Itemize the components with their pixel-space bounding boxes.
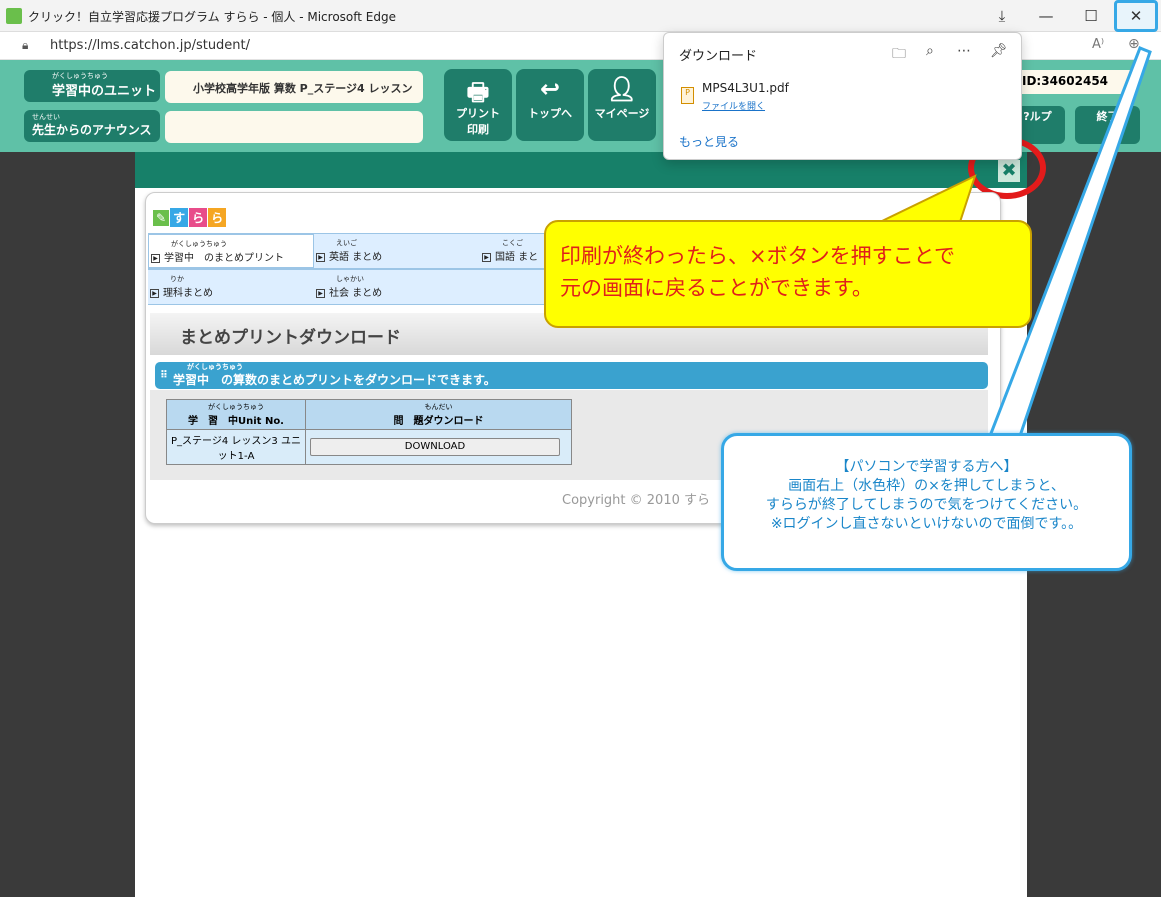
bar-text: 学習中 の算数のまとめプリントをダウンロードできます。 bbox=[173, 373, 496, 387]
return-icon: ↩ bbox=[539, 75, 561, 103]
nav-ruby: えいご bbox=[336, 239, 357, 247]
grip-icon: ⠿ bbox=[160, 370, 168, 381]
see-more-link[interactable]: もっと見る bbox=[679, 133, 739, 150]
col-label: 問 題ダウンロード bbox=[393, 416, 484, 427]
minimize-icon[interactable]: — bbox=[1024, 0, 1068, 32]
download-cell: DOWNLOAD bbox=[305, 429, 572, 465]
pin-icon[interactable]: 📌︎ bbox=[990, 43, 1008, 59]
table-row: P_ステージ4 レッスン3 ユニット1-A DOWNLOAD bbox=[166, 429, 572, 465]
folder-icon[interactable]: 🗀 bbox=[892, 43, 906, 67]
user-id: ID:34602454 bbox=[1010, 70, 1140, 94]
arrow-icon: ▶ bbox=[316, 288, 325, 298]
nav-item-social[interactable]: しゃかい ▶ 社会 まとめ bbox=[316, 274, 382, 299]
download-icon[interactable]: ⤓ bbox=[980, 0, 1024, 32]
url-field[interactable]: https://lms.catchon.jp/student/ bbox=[50, 38, 250, 53]
print-label-2: 印刷 bbox=[467, 123, 489, 136]
col-label: 学 習 中Unit No. bbox=[188, 416, 284, 427]
arrow-icon: ▶ bbox=[150, 288, 159, 298]
title-bar: クリック！自立学習応援プログラム すらら - 個人 - Microsoft Ed… bbox=[0, 0, 1161, 32]
end-button[interactable]: 終了 bbox=[1075, 106, 1140, 144]
search-icon[interactable]: ⌕ bbox=[926, 43, 934, 59]
nav-ruby: りか bbox=[170, 275, 184, 283]
unit-label: がくしゅうちゅう 学習中のユニット bbox=[24, 70, 160, 102]
unit-cell: P_ステージ4 レッスン3 ユニット1-A bbox=[166, 429, 306, 465]
nav-item-english[interactable]: えいご ▶ 英語 まとめ bbox=[316, 238, 382, 263]
arrow-icon: ▶ bbox=[151, 253, 160, 263]
blue-line: すららが終了してしまうので気をつけてください。 bbox=[765, 497, 1088, 513]
downloads-title: ダウンロード bbox=[679, 49, 758, 64]
top-label: トップへ bbox=[528, 107, 572, 120]
blue-line: ※ログインし直さないといけないので面倒です。。 bbox=[770, 516, 1083, 532]
surala-logo: ✎ すらら bbox=[153, 208, 227, 227]
logo-letter: す bbox=[170, 208, 189, 227]
open-file-link[interactable]: ファイルを開く bbox=[702, 99, 765, 112]
nav-item-science[interactable]: りか ▶ 理科まとめ bbox=[150, 274, 213, 299]
announce-ruby: せんせい bbox=[32, 113, 60, 121]
arrow-icon: ▶ bbox=[482, 252, 491, 262]
more-icon[interactable]: ⋯ bbox=[957, 43, 971, 59]
copyright: Copyright © 2010 すら bbox=[562, 493, 711, 508]
logo-leaf: ✎ bbox=[153, 210, 170, 226]
blue-callout: 【パソコンで学習する方へ】 画面右上（水色枠）の×を押してしまうと、 すららが終… bbox=[721, 433, 1132, 571]
zoom-icon[interactable]: ⊕ bbox=[1128, 36, 1140, 52]
close-icon[interactable]: ✕ bbox=[1114, 0, 1158, 32]
unit-ruby: がくしゅうちゅう bbox=[52, 72, 108, 80]
printer-icon: 🖶 bbox=[466, 78, 490, 106]
logo-letter: ら bbox=[208, 208, 227, 227]
nav-ruby: がくしゅうちゅう bbox=[171, 240, 227, 248]
download-table: がくしゅうちゅう 学 習 中Unit No. もんだい 問 題ダウンロード P_… bbox=[166, 399, 572, 465]
print-label-1: プリント bbox=[456, 107, 500, 120]
nav-label: 理科まとめ bbox=[163, 288, 213, 299]
unit-label-text: 学習中のユニット bbox=[52, 84, 157, 99]
window-title: クリック！自立学習応援プログラム すらら - 個人 - Microsoft Ed… bbox=[28, 10, 396, 24]
col-download-header: もんだい 問 題ダウンロード bbox=[305, 399, 572, 430]
nav-label: 英語 まとめ bbox=[329, 252, 383, 263]
nav-label: 国語 まと bbox=[495, 252, 539, 263]
blue-line: 画面右上（水色枠）の×を押してしまうと、 bbox=[788, 478, 1065, 494]
pdf-icon: P bbox=[681, 87, 694, 104]
announce-label-text: 先生からのアナウンス bbox=[32, 123, 152, 137]
logo-letter: ら bbox=[189, 208, 208, 227]
print-button[interactable]: 🖶 プリント 印刷 bbox=[444, 69, 512, 141]
top-button[interactable]: ↩ トップへ bbox=[516, 69, 584, 141]
unit-value: 小学校高学年版 算数 P_ステージ4 レッスン bbox=[165, 71, 423, 103]
nav-ruby: こくご bbox=[502, 239, 523, 247]
person-icon: 👤︎ bbox=[606, 75, 638, 103]
nav-label: 学習中 のまとめプリント bbox=[164, 253, 284, 264]
yellow-line: 印刷が終わったら、×ボタンを押すことで bbox=[560, 244, 955, 268]
nav-item-current-print[interactable]: がくしゅうちゅう ▶ 学習中 のまとめプリント bbox=[148, 234, 314, 268]
lock-icon: 🔒︎ bbox=[22, 38, 29, 52]
nav-ruby: しゃかい bbox=[336, 275, 364, 283]
app-icon bbox=[6, 8, 22, 24]
yellow-callout: 印刷が終わったら、×ボタンを押すことで 元の画面に戻ることができます。 bbox=[544, 220, 1032, 328]
app-root: クリック！自立学習応援プログラム すらら - 個人 - Microsoft Ed… bbox=[0, 0, 1161, 897]
col-ruby: がくしゅうちゅう bbox=[208, 403, 264, 411]
nav-label: 社会 まとめ bbox=[329, 288, 383, 299]
read-aloud-icon[interactable]: A⁾ bbox=[1092, 37, 1104, 52]
bar-ruby: がくしゅうちゅう bbox=[187, 363, 243, 371]
download-button[interactable]: DOWNLOAD bbox=[310, 438, 560, 456]
col-ruby: もんだい bbox=[424, 403, 453, 411]
blue-line: 【パソコンで学習する方へ】 bbox=[835, 459, 1018, 475]
section-bar: ⠿ がくしゅうちゅう 学習中 の算数のまとめプリントをダウンロードできます。 bbox=[155, 362, 988, 389]
yellow-line: 元の画面に戻ることができます。 bbox=[560, 276, 873, 300]
nav-item-japanese[interactable]: こくご ▶ 国語 まと bbox=[482, 238, 538, 263]
maximize-icon[interactable]: ☐ bbox=[1069, 0, 1113, 32]
announce-label: せんせい 先生からのアナウンス bbox=[24, 110, 160, 142]
announce-value bbox=[165, 111, 423, 143]
mypage-button[interactable]: 👤︎ マイページ bbox=[588, 69, 656, 141]
download-file-name[interactable]: MPS4L3U1.pdf bbox=[702, 81, 789, 95]
downloads-panel: ダウンロード 🗀 ⌕ ⋯ 📌︎ P MPS4L3U1.pdf ファイルを開く も… bbox=[663, 32, 1022, 160]
mypage-label: マイページ bbox=[594, 107, 650, 120]
col-unit-header: がくしゅうちゅう 学 習 中Unit No. bbox=[166, 399, 306, 430]
arrow-icon: ▶ bbox=[316, 252, 325, 262]
